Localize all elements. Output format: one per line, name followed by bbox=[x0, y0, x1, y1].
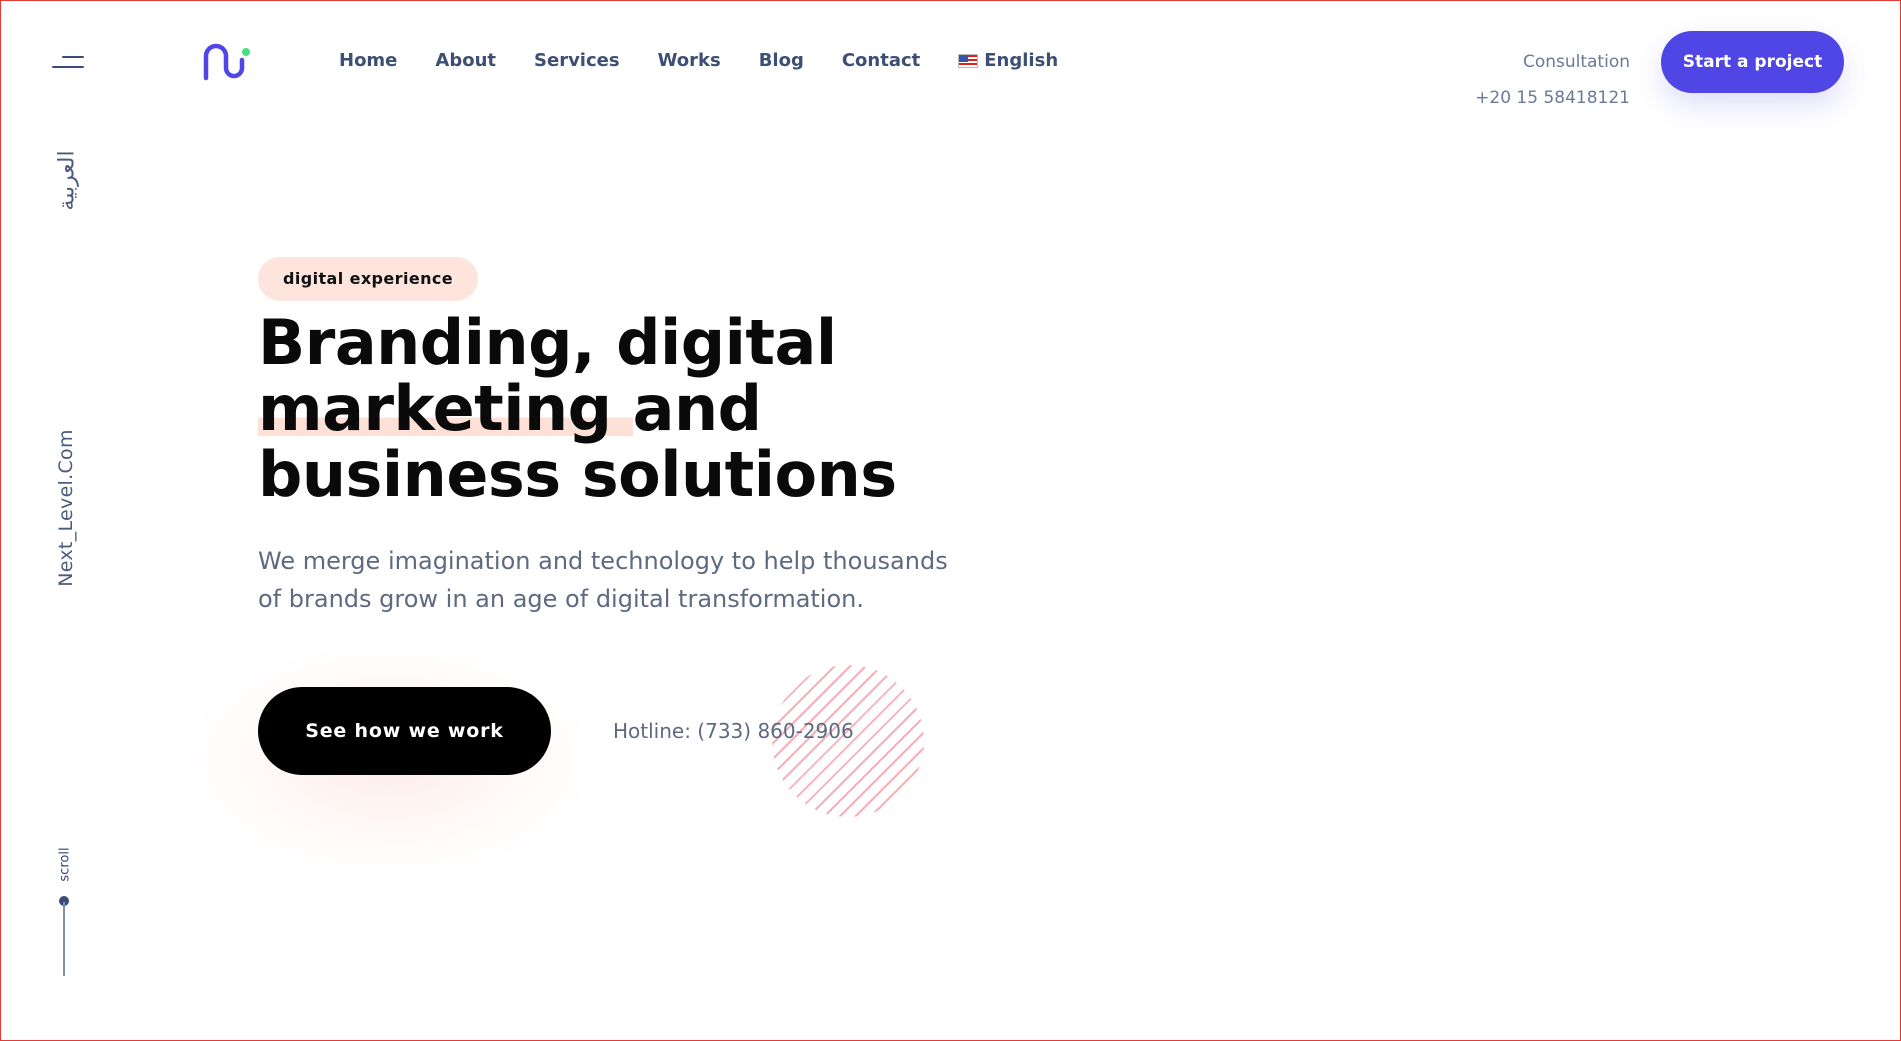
window-frame bbox=[0, 0, 1901, 1041]
brand-name-vertical: Next_Level.Com bbox=[55, 429, 77, 587]
see-how-we-work-button[interactable]: See how we work bbox=[258, 687, 551, 775]
hero-headline: Branding, digital marketing and business … bbox=[258, 310, 1018, 508]
hamburger-menu-icon[interactable] bbox=[52, 54, 84, 70]
headline-highlight-text: marketing bbox=[258, 372, 612, 445]
nav-contact[interactable]: Contact bbox=[842, 49, 920, 73]
consultation-phone[interactable]: +20 15 58418121 bbox=[1475, 88, 1630, 108]
headline-line-2-rest: and bbox=[632, 372, 762, 445]
headline-line-1: Branding, digital bbox=[258, 306, 837, 379]
scroll-label: scroll bbox=[57, 847, 73, 882]
main-nav: Home About Services Works Blog Contact E… bbox=[339, 49, 1096, 73]
nav-language[interactable]: English bbox=[958, 49, 1058, 73]
hero-subtitle: We merge imagination and technology to h… bbox=[258, 547, 948, 613]
nav-language-label: English bbox=[984, 50, 1059, 71]
nav-home[interactable]: Home bbox=[339, 49, 397, 73]
consultation-label: Consultation bbox=[1522, 52, 1630, 72]
nav-services[interactable]: Services bbox=[534, 49, 620, 73]
us-flag-icon bbox=[958, 54, 979, 68]
scroll-indicator-line bbox=[63, 902, 65, 976]
start-project-button[interactable]: Start a project bbox=[1661, 31, 1844, 93]
hero-tag-pill: digital experience bbox=[258, 257, 479, 301]
nav-about[interactable]: About bbox=[435, 49, 496, 73]
hotline-link[interactable]: Hotline: (733) 860-2906 bbox=[613, 719, 854, 743]
headline-highlight: marketing bbox=[258, 372, 633, 445]
language-switch-arabic[interactable]: العربية bbox=[55, 136, 80, 226]
brand-logo-icon[interactable] bbox=[200, 42, 252, 82]
headline-line-3: business solutions bbox=[258, 438, 897, 511]
nav-blog[interactable]: Blog bbox=[759, 49, 804, 73]
nav-works[interactable]: Works bbox=[658, 49, 721, 73]
